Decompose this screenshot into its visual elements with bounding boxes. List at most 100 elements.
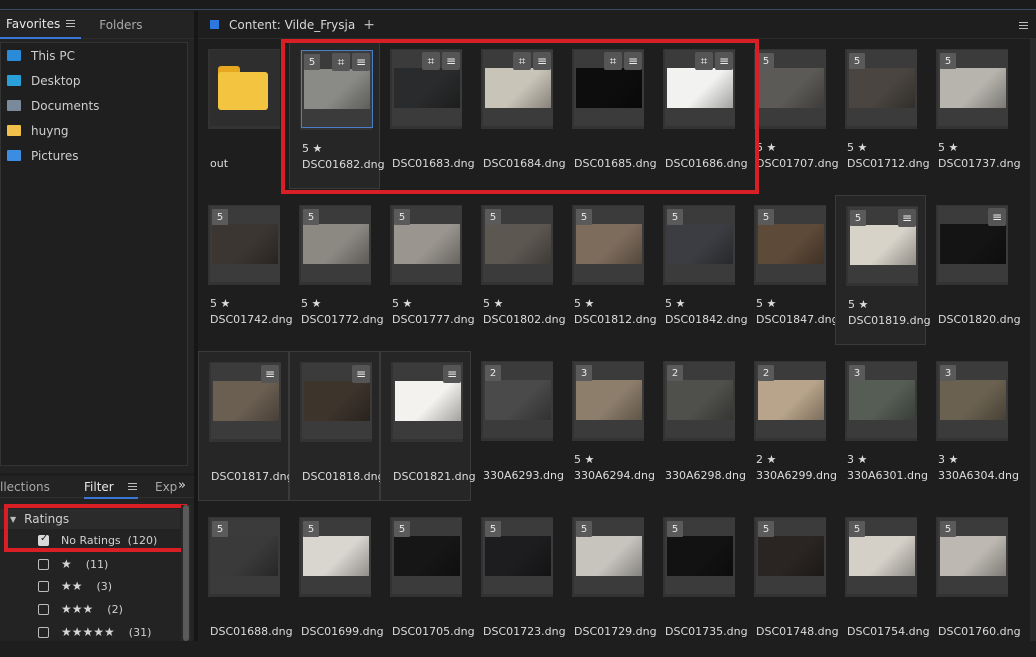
- pictures-icon: [7, 150, 21, 161]
- folder-item[interactable]: out: [198, 39, 289, 189]
- filter-count: (31): [128, 625, 152, 639]
- thumbnail-item[interactable]: 5 5 ★ DSC01812.dng: [562, 195, 657, 345]
- top-bar: [0, 0, 1036, 10]
- filter-3-star[interactable]: ★★★ (2): [38, 599, 123, 619]
- double-chevron-icon[interactable]: »: [178, 478, 186, 493]
- thumbnail-item[interactable]: 3 5 ★ 330A6294.dng: [562, 351, 655, 501]
- photo-preview: [485, 224, 551, 264]
- thumbnail-image-area[interactable]: [210, 50, 280, 126]
- menu-icon[interactable]: [128, 481, 137, 492]
- star-rating[interactable]: 5 ★: [301, 297, 321, 310]
- file-name: 330A6298.dng: [665, 469, 746, 482]
- thumbnail-item[interactable]: 5 DSC01729.dng: [562, 507, 657, 657]
- star-rating[interactable]: 3 ★: [847, 453, 867, 466]
- star-rating[interactable]: 3 ★: [938, 453, 958, 466]
- file-name: DSC01847.dng: [756, 313, 839, 326]
- thumbnail-item[interactable]: 2 330A6298.dng: [653, 351, 746, 501]
- favorite-this-pc[interactable]: This PC: [1, 43, 187, 68]
- filter-scrollbar[interactable]: [181, 505, 191, 641]
- menu-icon[interactable]: [66, 18, 76, 29]
- tab-export[interactable]: Expo: [155, 480, 177, 494]
- photo-preview: [940, 224, 1006, 264]
- desktop-icon: [7, 75, 21, 86]
- filter-2-star[interactable]: ★★ (3): [38, 576, 112, 596]
- filter-count: (11): [85, 557, 109, 571]
- photo-preview: [303, 536, 369, 576]
- thumbnail-item[interactable]: 2 330A6293.dng: [471, 351, 564, 501]
- file-name: 330A6294.dng: [574, 469, 655, 482]
- star-rating[interactable]: 5 ★: [756, 297, 776, 310]
- folder-icon: [7, 125, 21, 136]
- star-rating[interactable]: 5 ★: [938, 141, 958, 154]
- thumbnail-item[interactable]: 3 3 ★ 330A6304.dng: [926, 351, 1019, 501]
- thumbnail-item[interactable]: 5 DSC01760.dng: [926, 507, 1021, 657]
- thumbnail-item[interactable]: 5 5 ★ DSC01842.dng: [653, 195, 748, 345]
- file-name: 330A6304.dng: [938, 469, 1019, 482]
- menu-icon[interactable]: [1019, 20, 1028, 31]
- file-name: DSC01819.dng: [848, 314, 931, 327]
- favorite-documents[interactable]: Documents: [1, 93, 187, 118]
- photo-preview: [485, 536, 551, 576]
- thumbnail-item[interactable]: 5 DSC01735.dng: [653, 507, 748, 657]
- file-name: DSC01812.dng: [574, 313, 657, 326]
- content-scrollbar[interactable]: [1030, 39, 1036, 641]
- favorite-desktop[interactable]: Desktop: [1, 68, 187, 93]
- tab-folders[interactable]: Folders: [93, 11, 148, 39]
- photo-preview: [940, 68, 1006, 108]
- star-rating[interactable]: 5 ★: [574, 453, 594, 466]
- tab-filter[interactable]: Filter: [84, 480, 138, 499]
- thumbnail-item[interactable]: 5 DSC01723.dng: [471, 507, 566, 657]
- checkbox[interactable]: [38, 603, 49, 615]
- stack-count-badge: 3: [849, 365, 865, 381]
- star-rating[interactable]: 5 ★: [665, 297, 685, 310]
- file-name: DSC01735.dng: [665, 625, 748, 638]
- star-rating[interactable]: 5 ★: [848, 298, 868, 311]
- tab-collections[interactable]: llections: [0, 480, 50, 494]
- add-icon[interactable]: +: [363, 17, 375, 33]
- star-rating[interactable]: 2 ★: [756, 453, 776, 466]
- star-rating[interactable]: 5 ★: [756, 141, 776, 154]
- favorite-pictures[interactable]: Pictures: [1, 143, 187, 168]
- thumbnail-item[interactable]: 5 ≡ 5 ★ DSC01819.dng: [835, 195, 931, 345]
- thumbnail-item[interactable]: 5 DSC01754.dng: [835, 507, 930, 657]
- file-name: DSC01748.dng: [756, 625, 839, 638]
- filter-5-star[interactable]: ★★★★★ (31): [38, 622, 151, 642]
- thumbnail-item[interactable]: 5 DSC01705.dng: [380, 507, 475, 657]
- star-rating[interactable]: 5 ★: [210, 297, 230, 310]
- file-name: DSC01820.dng: [938, 313, 1021, 326]
- filter-1-star[interactable]: ★ (11): [38, 554, 108, 574]
- thumbnail-item[interactable]: 3 3 ★ 330A6301.dng: [835, 351, 928, 501]
- star-rating[interactable]: 5 ★: [574, 297, 594, 310]
- thumbnail-item[interactable]: ≡ DSC01820.dng: [926, 195, 1021, 345]
- favorite-huyng[interactable]: huyng: [1, 118, 187, 143]
- thumbnail-item[interactable]: ≡ DSC01818.dng: [289, 351, 385, 501]
- thumbnail-item[interactable]: ≡ DSC01817.dng: [198, 351, 294, 501]
- thumbnail-item[interactable]: 2 2 ★ 330A6299.dng: [744, 351, 837, 501]
- thumbnail-item[interactable]: 5 DSC01699.dng: [289, 507, 384, 657]
- thumbnail-item[interactable]: 5 5 ★ DSC01742.dng: [198, 195, 293, 345]
- thumbnail-item[interactable]: 5 5 ★ DSC01777.dng: [380, 195, 475, 345]
- star-rating[interactable]: 5 ★: [483, 297, 503, 310]
- thumbnail-item[interactable]: 5 5 ★ DSC01712.dng: [835, 39, 930, 189]
- checkbox[interactable]: [38, 626, 49, 638]
- thumbnail-item[interactable]: 5 DSC01748.dng: [744, 507, 839, 657]
- filter-count: (3): [96, 579, 113, 593]
- content-panel-icon: [210, 20, 219, 29]
- thumbnail-item[interactable]: 5 5 ★ DSC01772.dng: [289, 195, 384, 345]
- photo-preview: [576, 380, 642, 420]
- tab-favorites[interactable]: Favorites: [0, 11, 82, 39]
- checkbox[interactable]: [38, 580, 49, 592]
- checkbox[interactable]: [38, 558, 49, 570]
- thumbnail-item[interactable]: 5 5 ★ DSC01802.dng: [471, 195, 566, 345]
- scrollbar-thumb[interactable]: [183, 505, 189, 641]
- star-rating[interactable]: 5 ★: [392, 297, 412, 310]
- thumbnail-item[interactable]: 5 5 ★ DSC01847.dng: [744, 195, 839, 345]
- thumbnail-item[interactable]: 5 5 ★ DSC01737.dng: [926, 39, 1021, 189]
- star-rating[interactable]: 5 ★: [847, 141, 867, 154]
- photo-preview: [940, 380, 1006, 420]
- filter-count: (2): [107, 602, 123, 616]
- thumbnail-item[interactable]: ≡ DSC01821.dng: [380, 351, 476, 501]
- file-name: DSC01742.dng: [210, 313, 293, 326]
- stack-count-badge: 5: [940, 521, 956, 537]
- thumbnail-item[interactable]: 5 DSC01688.dng: [198, 507, 293, 657]
